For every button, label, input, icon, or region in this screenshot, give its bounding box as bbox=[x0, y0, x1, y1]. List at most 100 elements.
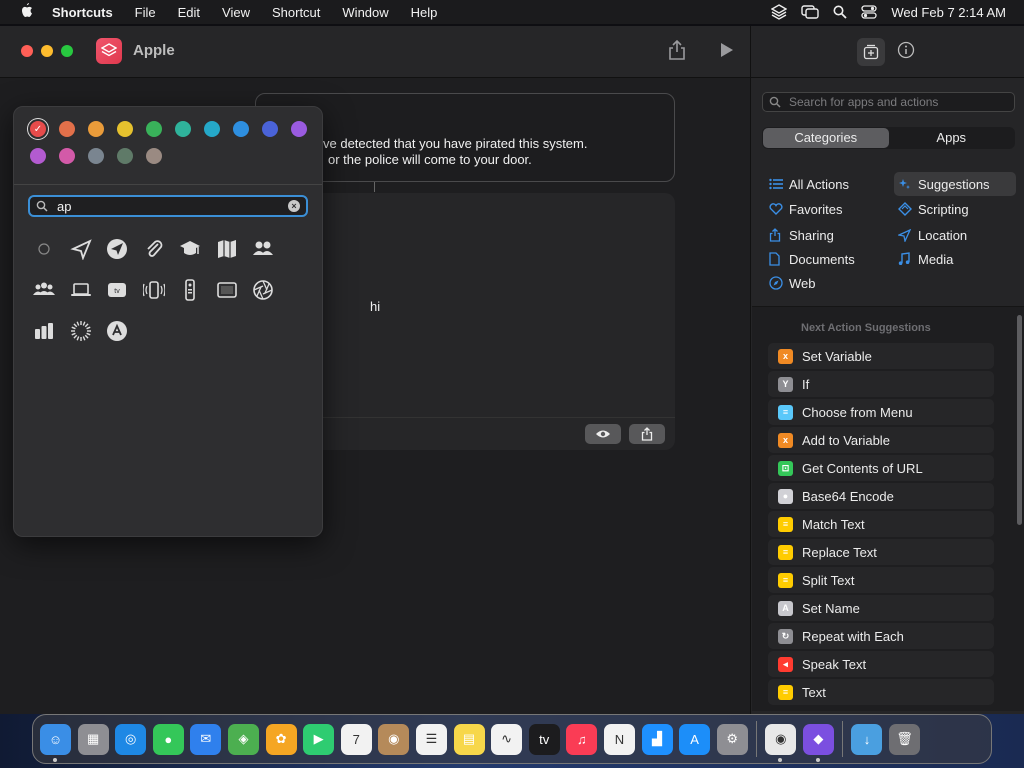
info-icon[interactable] bbox=[897, 41, 915, 64]
color-swatch[interactable] bbox=[146, 148, 162, 164]
shortcut-title[interactable]: Apple bbox=[133, 42, 175, 59]
menu-help[interactable]: Help bbox=[400, 5, 449, 20]
menu-shortcut[interactable]: Shortcut bbox=[261, 5, 331, 20]
action-choose-from-menu[interactable]: ≡ Choose from Menu bbox=[768, 399, 994, 425]
category-favorites[interactable]: Favorites bbox=[765, 197, 887, 221]
radial-dots-icon[interactable] bbox=[63, 310, 100, 351]
system-settings-icon[interactable]: ⚙ bbox=[716, 723, 748, 755]
freeform-icon[interactable]: ∿ bbox=[491, 723, 523, 755]
news-icon[interactable]: N bbox=[603, 723, 635, 755]
color-swatch[interactable]: ✓ bbox=[30, 121, 46, 137]
action-library-button[interactable] bbox=[857, 38, 885, 66]
screen-mirroring-icon[interactable] bbox=[801, 5, 820, 19]
graduation-cap-icon[interactable] bbox=[172, 228, 209, 269]
color-swatch[interactable] bbox=[88, 121, 104, 137]
color-swatch[interactable] bbox=[30, 148, 46, 164]
shortcuts-status-icon[interactable] bbox=[771, 4, 788, 20]
chrome-icon[interactable]: ◉ bbox=[765, 723, 797, 762]
mail-icon[interactable]: ✉ bbox=[190, 723, 222, 755]
menu-app-name[interactable]: Shortcuts bbox=[52, 5, 124, 20]
shortcut-icon-button[interactable] bbox=[96, 38, 122, 64]
action-add-to-variable[interactable]: x Add to Variable bbox=[768, 427, 994, 453]
result-share-button[interactable] bbox=[629, 424, 665, 444]
vibrating-phone-icon[interactable] bbox=[136, 269, 173, 310]
facetime-icon[interactable]: ▶ bbox=[303, 723, 335, 755]
run-icon[interactable] bbox=[720, 42, 734, 63]
calendar-icon[interactable]: 7 bbox=[340, 723, 372, 755]
menu-view[interactable]: View bbox=[211, 5, 261, 20]
menu-file[interactable]: File bbox=[124, 5, 167, 20]
color-swatch[interactable] bbox=[88, 148, 104, 164]
apple-menu-icon[interactable] bbox=[0, 2, 52, 22]
maps-icon[interactable]: ◈ bbox=[227, 723, 259, 755]
close-window-button[interactable] bbox=[21, 45, 33, 57]
category-media[interactable]: Media bbox=[894, 247, 1016, 271]
downloads-folder-icon[interactable]: ↓ bbox=[851, 723, 883, 755]
action-base64-encode[interactable]: ● Base64 Encode bbox=[768, 483, 994, 509]
category-scripting[interactable]: Scripting bbox=[894, 197, 1016, 221]
sidebar-scrollbar[interactable] bbox=[1017, 315, 1022, 525]
bar-chart-icon[interactable] bbox=[26, 310, 63, 351]
color-swatch[interactable] bbox=[146, 121, 162, 137]
color-swatch[interactable] bbox=[117, 148, 133, 164]
apple-tv-icon[interactable]: tv bbox=[99, 269, 136, 310]
action-text[interactable]: ≡ Text bbox=[768, 679, 994, 705]
action-repeat-with-each[interactable]: ↻ Repeat with Each bbox=[768, 623, 994, 649]
messages-icon[interactable]: ● bbox=[152, 723, 184, 755]
action-set-variable[interactable]: x Set Variable bbox=[768, 343, 994, 369]
category-sharing[interactable]: Sharing bbox=[765, 223, 887, 247]
category-location[interactable]: Location bbox=[894, 223, 1016, 247]
group-icon[interactable] bbox=[26, 269, 63, 310]
shortcuts-icon[interactable]: ◆ bbox=[802, 723, 834, 762]
action-speak-text[interactable]: ◂ Speak Text bbox=[768, 651, 994, 677]
music-icon[interactable]: ♫ bbox=[566, 723, 598, 755]
action-replace-text[interactable]: ≡ Replace Text bbox=[768, 539, 994, 565]
control-center-icon[interactable] bbox=[861, 5, 877, 19]
keynote-icon[interactable]: ▟ bbox=[641, 723, 673, 755]
paper-plane-icon[interactable] bbox=[63, 228, 100, 269]
color-swatch[interactable] bbox=[204, 121, 220, 137]
color-swatch[interactable] bbox=[59, 148, 75, 164]
people-icon[interactable] bbox=[245, 228, 282, 269]
finder-icon[interactable]: ☺ bbox=[40, 723, 71, 762]
safari-icon[interactable]: ◎ bbox=[115, 723, 147, 755]
remote-icon[interactable] bbox=[172, 269, 209, 310]
laptop-icon[interactable] bbox=[63, 269, 100, 310]
photos-icon[interactable]: ✿ bbox=[265, 723, 297, 755]
category-suggestions[interactable]: Suggestions bbox=[894, 172, 1016, 196]
color-swatch[interactable] bbox=[59, 121, 75, 137]
tab-apps[interactable]: Apps bbox=[889, 128, 1015, 148]
app-store-circle-icon[interactable] bbox=[99, 310, 136, 351]
action-set-name[interactable]: A Set Name bbox=[768, 595, 994, 621]
aperture-icon[interactable] bbox=[245, 269, 282, 310]
category-documents[interactable]: Documents bbox=[765, 247, 887, 271]
apple-tv-icon[interactable]: tv bbox=[528, 723, 560, 755]
glyph-search-input[interactable]: ap × bbox=[28, 195, 308, 217]
notes-icon[interactable]: ▤ bbox=[453, 723, 485, 755]
category-all-actions[interactable]: All Actions bbox=[765, 172, 887, 196]
menu-clock[interactable]: Wed Feb 7 2:14 AM bbox=[891, 5, 1006, 20]
menu-edit[interactable]: Edit bbox=[167, 5, 211, 20]
action-get-contents-of-url[interactable]: ⊡ Get Contents of URL bbox=[768, 455, 994, 481]
map-icon[interactable] bbox=[209, 228, 246, 269]
display-icon[interactable] bbox=[209, 269, 246, 310]
color-swatch[interactable] bbox=[175, 121, 191, 137]
text-action-content[interactable]: hi bbox=[370, 299, 380, 314]
send-circle-icon[interactable] bbox=[99, 228, 136, 269]
menu-window[interactable]: Window bbox=[331, 5, 399, 20]
paperclip-icon[interactable] bbox=[136, 228, 173, 269]
zoom-window-button[interactable] bbox=[61, 45, 73, 57]
share-icon[interactable] bbox=[668, 39, 686, 65]
color-swatch[interactable] bbox=[291, 121, 307, 137]
circle-outline-icon[interactable] bbox=[26, 228, 63, 269]
contacts-icon[interactable]: ◉ bbox=[378, 723, 410, 755]
reminders-icon[interactable]: ☰ bbox=[415, 723, 447, 755]
category-web[interactable]: Web bbox=[765, 271, 887, 295]
action-split-text[interactable]: ≡ Split Text bbox=[768, 567, 994, 593]
color-swatch[interactable] bbox=[233, 121, 249, 137]
minimize-window-button[interactable] bbox=[41, 45, 53, 57]
action-match-text[interactable]: ≡ Match Text bbox=[768, 511, 994, 537]
clear-search-icon[interactable]: × bbox=[288, 200, 300, 212]
glyph-search-value[interactable]: ap bbox=[57, 199, 71, 214]
preview-eye-button[interactable] bbox=[585, 424, 621, 444]
